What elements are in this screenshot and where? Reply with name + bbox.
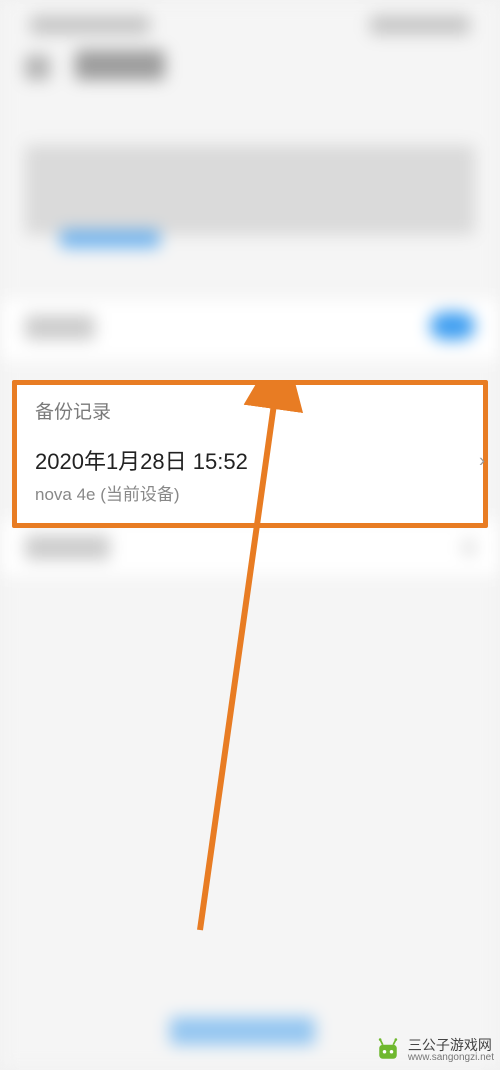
toggle-switch-blur — [430, 312, 475, 340]
chevron-right-icon: › — [479, 450, 485, 471]
bottom-row-label-blur — [25, 535, 110, 560]
description-blur — [25, 145, 475, 235]
watermark: 三公子游戏网 www.sangongzi.net — [374, 1036, 494, 1064]
blurred-background — [0, 0, 500, 1070]
back-icon-blur — [25, 55, 50, 80]
backup-section-title: 备份记录 — [35, 397, 465, 424]
statusbar-right-blur — [370, 15, 470, 35]
bottom-button-blur — [170, 1017, 315, 1045]
page-title-blur — [75, 50, 165, 80]
watermark-site-url: www.sangongzi.net — [408, 1052, 494, 1064]
watermark-site-name: 三公子游戏网 — [408, 1037, 494, 1053]
watermark-robot-icon — [374, 1036, 402, 1064]
backup-record-card[interactable]: 备份记录 2020年1月28日 15:52 nova 4e (当前设备) › — [12, 380, 488, 528]
link-blur — [60, 230, 160, 248]
backup-device-name: nova 4e (当前设备) — [35, 480, 465, 505]
statusbar-left-blur — [30, 15, 150, 35]
toggle-label-blur — [25, 315, 95, 340]
backup-date: 2020年1月28日 15:52 — [35, 444, 465, 476]
bottom-row-chevron-blur — [463, 540, 475, 555]
